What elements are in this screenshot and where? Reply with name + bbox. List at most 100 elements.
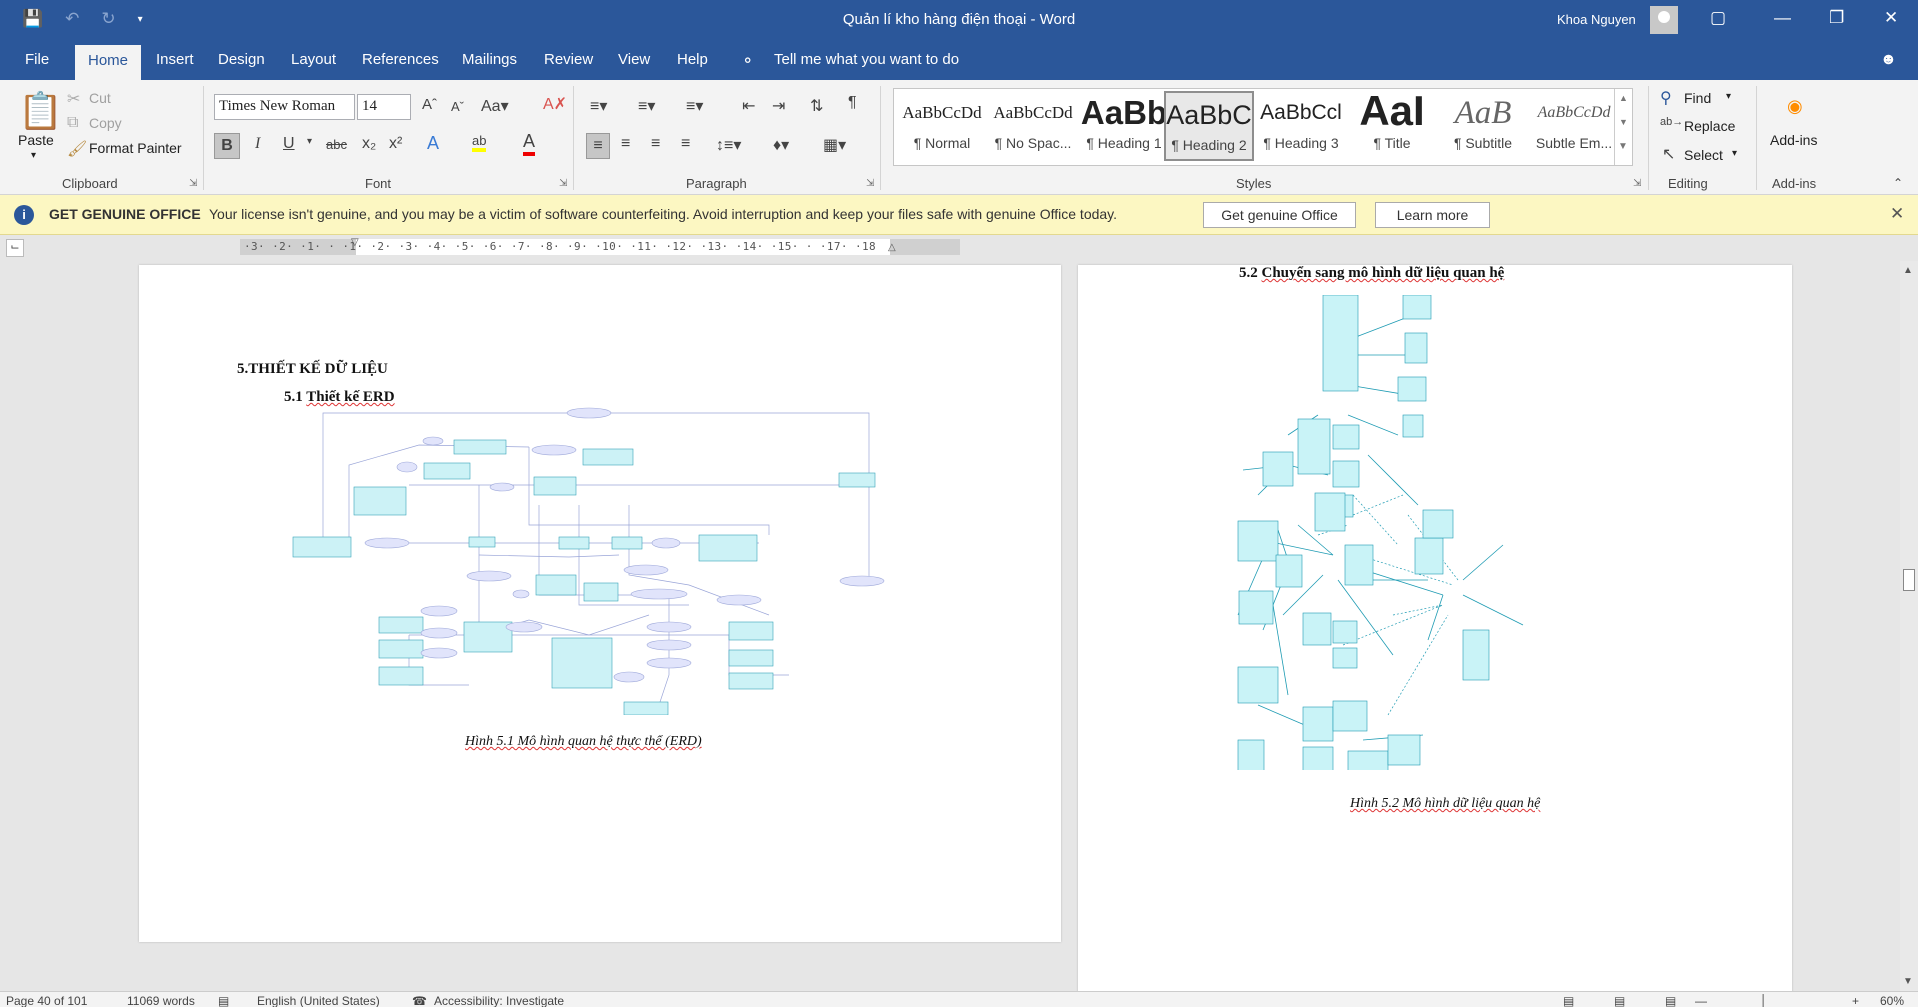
style-no-spacing[interactable]: AaBbCcDd ¶ No Spac... <box>988 91 1078 161</box>
styles-scroll-down-icon[interactable]: ▼ <box>1619 117 1628 127</box>
accessibility-status[interactable]: Accessibility: Investigate <box>434 994 564 1007</box>
style-heading-2[interactable]: AaBbC ¶ Heading 2 <box>1164 91 1254 161</box>
ribbon-display-options-icon[interactable]: ▢ <box>1710 8 1726 28</box>
select-button[interactable]: Select <box>1684 147 1723 163</box>
sort-icon[interactable]: ⇅ <box>810 96 823 116</box>
page-count[interactable]: Page 40 of 101 <box>6 994 87 1007</box>
paragraph-launcher-icon[interactable]: ⇲ <box>866 178 874 189</box>
avatar[interactable] <box>1650 6 1678 34</box>
styles-scroll-up-icon[interactable]: ▲ <box>1619 93 1628 103</box>
share-icon[interactable]: ☻ <box>1880 51 1897 69</box>
style-heading-1[interactable]: AaBb ¶ Heading 1 <box>1079 91 1169 161</box>
tab-review[interactable]: Review <box>544 51 593 68</box>
tab-layout[interactable]: Layout <box>291 51 336 68</box>
scroll-down-icon[interactable]: ▼ <box>1903 976 1913 987</box>
style-subtitle[interactable]: AaB ¶ Subtitle <box>1438 91 1528 161</box>
replace-icon[interactable]: ab→ <box>1660 116 1683 128</box>
clear-formatting-icon[interactable]: A✗ <box>543 94 567 114</box>
page-left[interactable]: 5.THIẾT KẾ DỮ LIỆU 5.1 Thiết kế ERD Hình… <box>139 265 1061 942</box>
accessibility-icon[interactable]: ☎ <box>412 994 427 1007</box>
styles-launcher-icon[interactable]: ⇲ <box>1633 178 1641 189</box>
multilevel-list-icon[interactable]: ≡▾ <box>686 96 703 116</box>
strikethrough-icon[interactable]: abc <box>326 137 347 152</box>
change-case-icon[interactable]: Aa▾ <box>481 96 509 116</box>
cut-button[interactable]: Cut <box>89 90 111 106</box>
shading-icon[interactable]: ♦▾ <box>773 135 789 155</box>
vertical-scrollbar[interactable]: ▲ ▼ <box>1900 261 1918 991</box>
scrollbar-thumb[interactable] <box>1903 569 1915 591</box>
grow-font-icon[interactable]: Aˆ <box>422 96 437 113</box>
find-dropdown-icon[interactable]: ▾ <box>1726 91 1731 102</box>
style-title[interactable]: AaI ¶ Title <box>1347 91 1437 161</box>
copy-icon[interactable]: ⧉ <box>67 114 78 132</box>
style-normal[interactable]: AaBbCcDd ¶ Normal <box>897 91 987 161</box>
right-indent-icon[interactable]: △ <box>888 242 896 253</box>
tab-references[interactable]: References <box>362 51 439 68</box>
decrease-indent-icon[interactable]: ⇤ <box>742 96 755 116</box>
cut-icon[interactable]: ✂ <box>67 89 80 109</box>
collapse-ribbon-icon[interactable]: ⌃ <box>1893 176 1903 190</box>
print-layout-icon[interactable]: ▤ <box>1614 994 1625 1007</box>
shrink-font-icon[interactable]: Aˇ <box>451 99 464 114</box>
tab-help[interactable]: Help <box>677 51 708 68</box>
tab-view[interactable]: View <box>618 51 650 68</box>
first-line-indent-icon[interactable]: ▽ <box>351 237 359 248</box>
bullets-icon[interactable]: ≡▾ <box>590 96 607 116</box>
zoom-in-icon[interactable]: + <box>1852 994 1859 1007</box>
horizontal-ruler[interactable]: ·3· ·2· ·1· · ·1· ·2· ·3· ·4· ·5· ·6· ·7… <box>240 237 960 255</box>
style-heading-3[interactable]: AaBbCcl ¶ Heading 3 <box>1256 91 1346 161</box>
tab-selector-icon[interactable]: ⌙ <box>6 239 24 257</box>
paste-dropdown-icon[interactable]: ▾ <box>31 150 36 161</box>
page-right[interactable]: 5.2 Chuyển sang mô hình dữ liệu quan hệ <box>1078 265 1792 991</box>
styles-more-icon[interactable]: ▼ <box>1618 141 1628 152</box>
tab-file[interactable]: File <box>25 51 49 68</box>
text-effects-icon[interactable]: A <box>427 133 439 154</box>
paste-button[interactable]: Paste <box>18 132 54 148</box>
user-name[interactable]: Khoa Nguyen <box>1557 12 1636 27</box>
tab-insert[interactable]: Insert <box>156 51 194 68</box>
zoom-slider[interactable]: │ <box>1760 994 1768 1007</box>
minimize-icon[interactable]: — <box>1774 8 1791 28</box>
superscript-icon[interactable]: x² <box>389 135 402 153</box>
find-button[interactable]: Find <box>1684 90 1711 106</box>
underline-icon[interactable]: U <box>283 135 295 153</box>
align-left-icon[interactable]: ≡ <box>586 133 610 159</box>
zoom-out-icon[interactable]: — <box>1695 994 1707 1007</box>
align-center-icon[interactable]: ≡ <box>621 135 630 153</box>
copy-button[interactable]: Copy <box>89 115 122 131</box>
tell-me-search[interactable]: Tell me what you want to do <box>774 51 959 68</box>
word-count[interactable]: 11069 words <box>127 994 195 1007</box>
bold-button-icon[interactable]: B <box>214 133 240 159</box>
tab-design[interactable]: Design <box>218 51 265 68</box>
clipboard-launcher-icon[interactable]: ⇲ <box>189 178 197 189</box>
align-right-icon[interactable]: ≡ <box>651 135 660 153</box>
add-ins-button[interactable]: Add-ins <box>1770 132 1817 148</box>
restore-icon[interactable]: ❐ <box>1829 8 1844 28</box>
get-genuine-office-button[interactable]: Get genuine Office <box>1203 202 1356 228</box>
tab-home[interactable]: Home <box>75 45 142 80</box>
numbering-icon[interactable]: ≡▾ <box>638 96 655 116</box>
show-formatting-marks-icon[interactable]: ¶ <box>848 94 857 112</box>
learn-more-button[interactable]: Learn more <box>1375 202 1490 228</box>
scroll-up-icon[interactable]: ▲ <box>1903 265 1913 276</box>
read-mode-icon[interactable]: ▤ <box>1563 994 1574 1007</box>
replace-button[interactable]: Replace <box>1684 118 1735 134</box>
borders-icon[interactable]: ▦▾ <box>823 135 846 155</box>
proofing-icon[interactable]: ▤ <box>218 994 229 1007</box>
close-window-icon[interactable]: ✕ <box>1884 8 1898 28</box>
font-launcher-icon[interactable]: ⇲ <box>559 178 567 189</box>
paste-icon[interactable]: 📋 <box>18 90 63 132</box>
select-dropdown-icon[interactable]: ▾ <box>1732 148 1737 159</box>
language-indicator[interactable]: English (United States) <box>257 994 380 1007</box>
close-warning-icon[interactable]: ✕ <box>1890 204 1904 224</box>
line-spacing-icon[interactable]: ↕≡▾ <box>716 135 741 155</box>
find-icon[interactable]: ⚲ <box>1660 88 1672 108</box>
tab-mailings[interactable]: Mailings <box>462 51 517 68</box>
underline-dropdown-icon[interactable]: ▾ <box>307 136 312 147</box>
font-family-select[interactable]: Times New Roman <box>214 94 355 120</box>
increase-indent-icon[interactable]: ⇥ <box>772 96 785 116</box>
select-icon[interactable]: ↖ <box>1662 144 1675 164</box>
italic-icon[interactable]: I <box>255 135 260 153</box>
add-ins-icon[interactable]: ◉ <box>1787 96 1803 117</box>
highlight-color-icon[interactable]: ab <box>472 133 487 152</box>
